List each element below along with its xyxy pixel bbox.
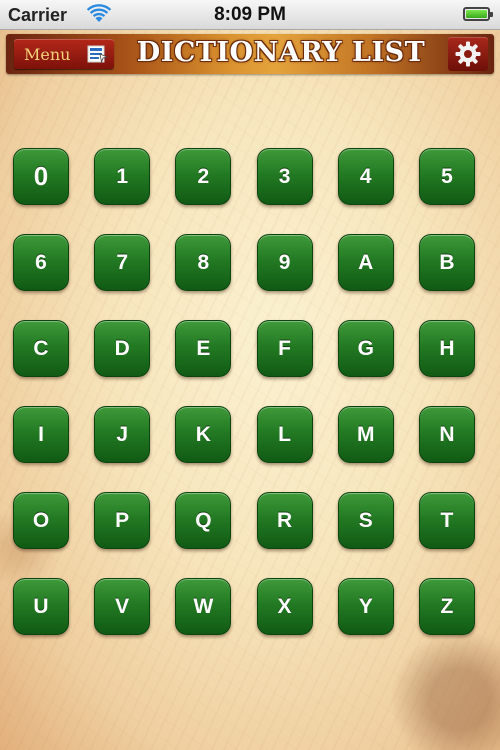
letter-button-d[interactable]: D (94, 320, 151, 377)
battery-icon (463, 7, 493, 21)
letter-button-k[interactable]: K (175, 406, 232, 463)
letter-button-7[interactable]: 7 (94, 234, 151, 291)
menu-label: Menu (24, 45, 71, 64)
nav-bar: Menu DICTIONARY LIST (6, 34, 494, 74)
letter-button-y[interactable]: Y (337, 578, 394, 635)
letter-button-b[interactable]: B (418, 234, 475, 291)
letter-button-z[interactable]: Z (418, 578, 475, 635)
letter-button-3[interactable]: 3 (256, 148, 313, 205)
battery-level (466, 10, 487, 18)
letter-button-s[interactable]: S (337, 492, 394, 549)
letter-button-w[interactable]: W (175, 578, 232, 635)
screen: Carrier 8:09 PM Menu DICTIONARY LIST 0 1… (0, 0, 500, 750)
letter-button-4[interactable]: 4 (337, 148, 394, 205)
menu-button[interactable]: Menu (14, 39, 114, 69)
letter-button-5[interactable]: 5 (418, 148, 475, 205)
letter-button-j[interactable]: J (94, 406, 151, 463)
status-time: 8:09 PM (214, 4, 286, 25)
letter-button-1[interactable]: 1 (94, 148, 151, 205)
letter-button-g[interactable]: G (337, 320, 394, 377)
letter-button-i[interactable]: I (13, 406, 69, 463)
letter-button-n[interactable]: N (418, 406, 475, 463)
letter-button-9[interactable]: 9 (256, 234, 313, 291)
settings-button[interactable] (448, 37, 488, 71)
letter-button-q[interactable]: Q (175, 492, 232, 549)
letter-button-f[interactable]: F (256, 320, 313, 377)
letter-button-0[interactable]: 0 (13, 148, 69, 205)
letter-button-x[interactable]: X (256, 578, 313, 635)
letter-button-t[interactable]: T (418, 492, 475, 549)
letter-button-m[interactable]: M (337, 406, 394, 463)
letter-button-c[interactable]: C (13, 320, 69, 377)
letter-button-o[interactable]: O (13, 492, 69, 549)
letter-button-6[interactable]: 6 (13, 234, 69, 291)
letter-button-2[interactable]: 2 (175, 148, 232, 205)
letter-button-a[interactable]: A (337, 234, 394, 291)
page-title: DICTIONARY LIST (136, 37, 426, 68)
menu-flag-icon (87, 45, 108, 64)
letter-button-r[interactable]: R (256, 492, 313, 549)
letter-button-8[interactable]: 8 (175, 234, 232, 291)
letter-button-p[interactable]: P (94, 492, 151, 549)
letter-button-e[interactable]: E (175, 320, 232, 377)
gear-icon (455, 41, 481, 67)
status-bar: Carrier 8:09 PM (0, 0, 500, 30)
letter-button-h[interactable]: H (418, 320, 475, 377)
letter-button-v[interactable]: V (94, 578, 151, 635)
letter-button-l[interactable]: L (256, 406, 313, 463)
letter-button-u[interactable]: U (13, 578, 69, 635)
letter-grid: 012345 6789AB CDEFGH IJKLMN OPQRST UVWXYZ (13, 148, 485, 635)
